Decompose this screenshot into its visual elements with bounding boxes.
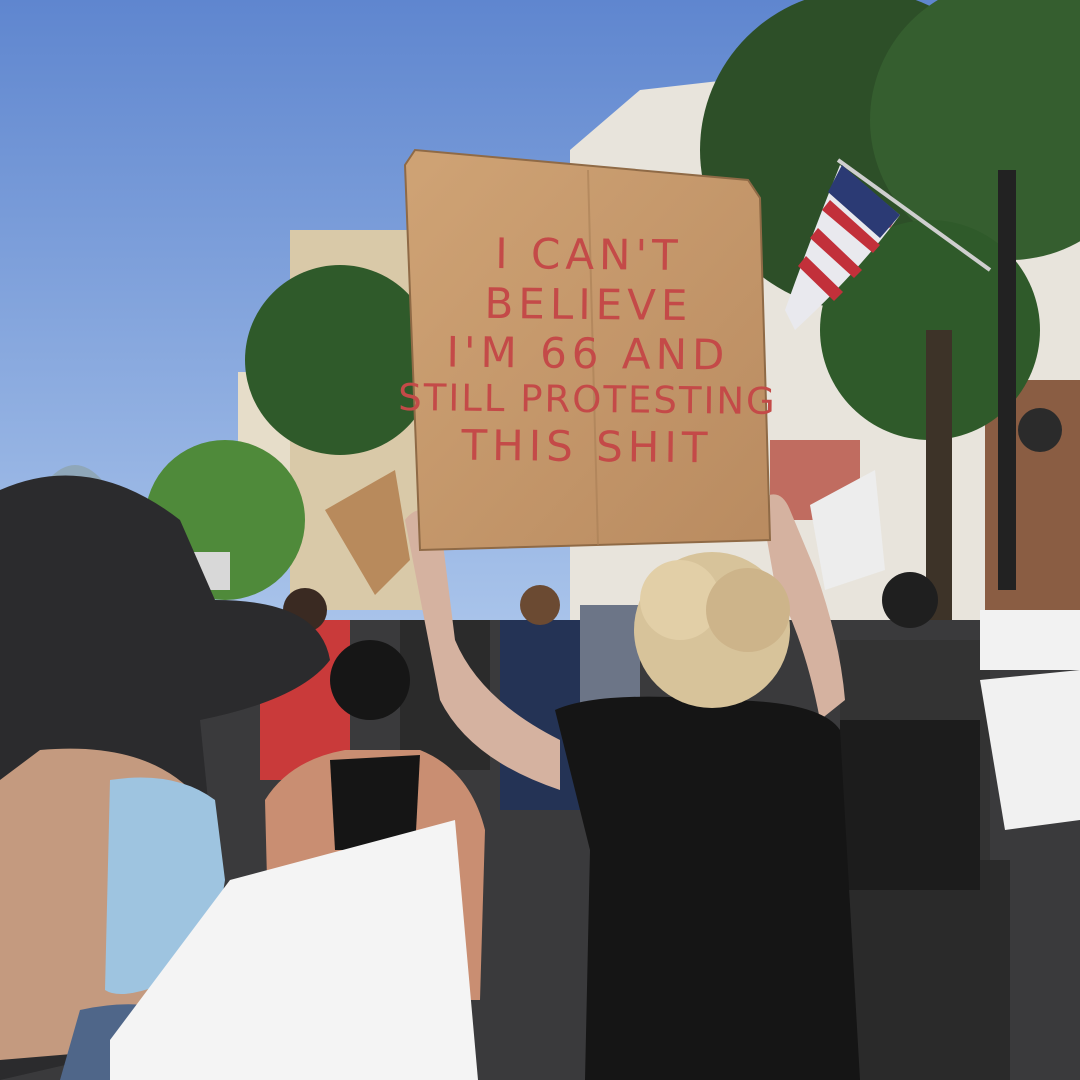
sign-line-5: THIS SHIT	[461, 421, 713, 473]
photo-scene: I CAN'T BELIEVE I'M 66 AND STILL PROTEST…	[0, 0, 1080, 1080]
protest-sign-text: I CAN'T BELIEVE I'M 66 AND STILL PROTEST…	[398, 156, 777, 546]
sign-line-4: STILL PROTESTING	[398, 376, 777, 424]
tree-left-2	[245, 265, 435, 455]
sign-line-1: I CAN'T	[495, 229, 683, 281]
street-sign	[1018, 408, 1062, 452]
sign-line-3: I'M 66 AND	[446, 327, 730, 380]
sign-line-2: BELIEVE	[484, 278, 693, 330]
lamp-post	[998, 170, 1016, 590]
